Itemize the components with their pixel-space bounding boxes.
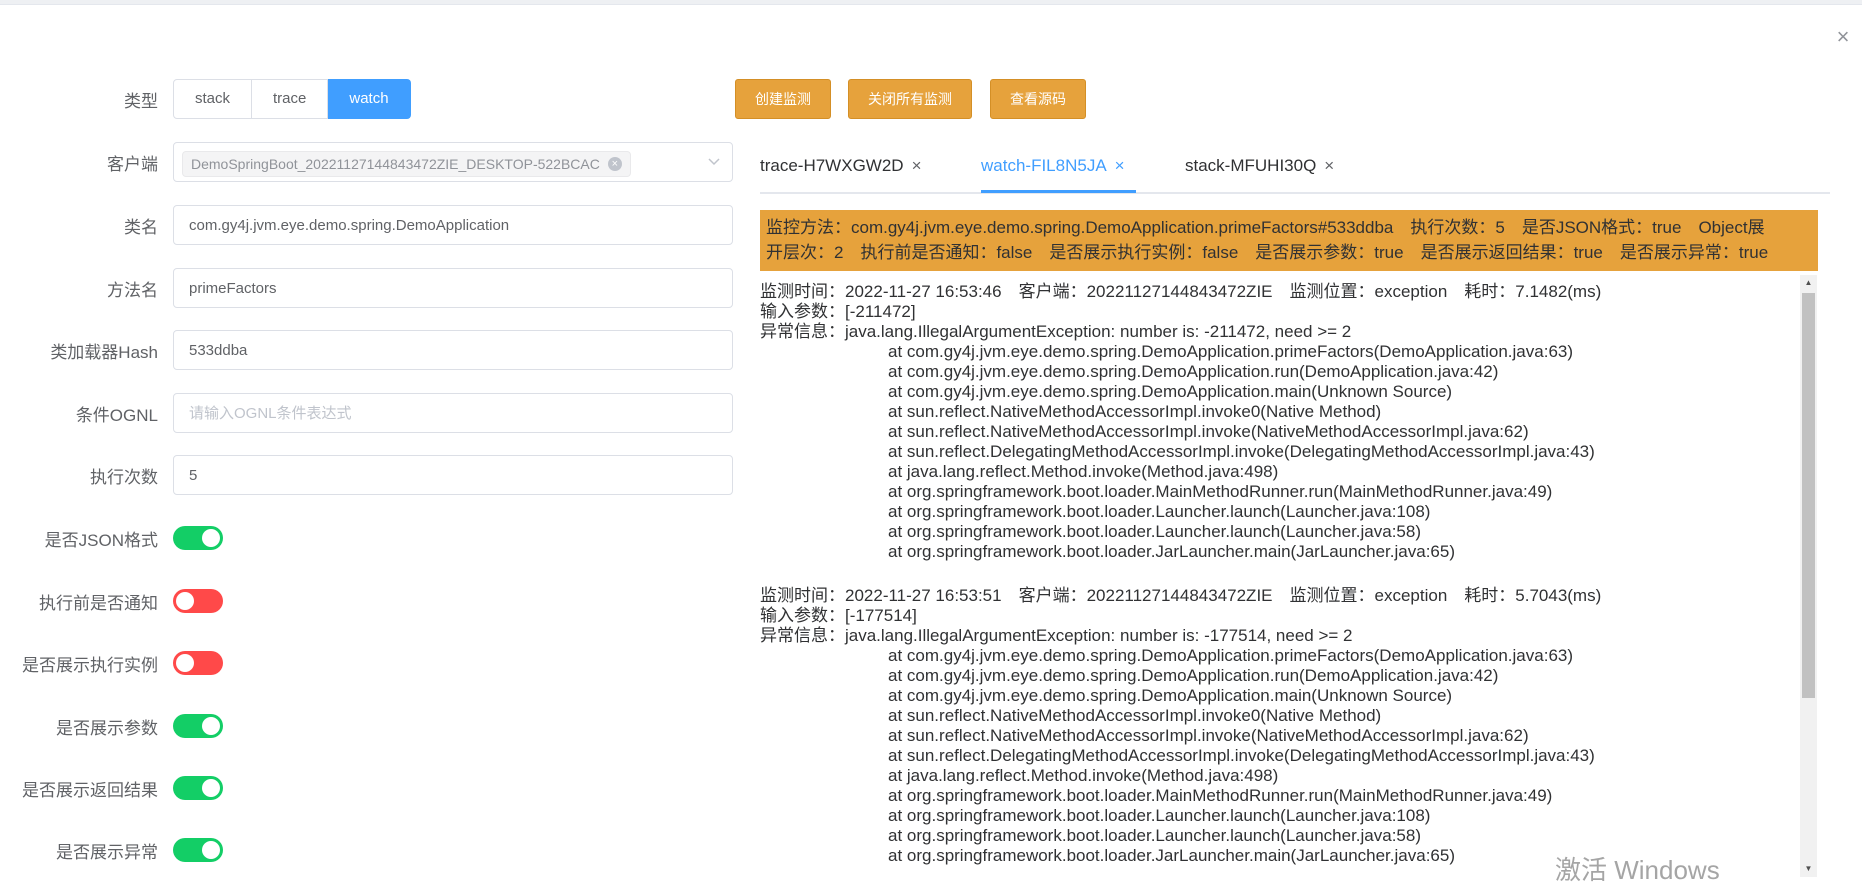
switch-label-notify-before: 执行前是否通知 bbox=[39, 593, 158, 613]
stack-trace-line: at sun.reflect.DelegatingMethodAccessorI… bbox=[888, 442, 1595, 461]
switch-label-show-result: 是否展示返回结果 bbox=[22, 780, 158, 800]
json-format-switch[interactable] bbox=[173, 526, 223, 550]
type-label: 类型 bbox=[124, 91, 158, 111]
client-tag: DemoSpringBoot_20221127144843472ZIE_DESK… bbox=[182, 151, 631, 177]
scroll-up-icon[interactable]: ▲ bbox=[1800, 275, 1817, 291]
tab-stack-label: stack-MFUHI30Q bbox=[1185, 156, 1317, 175]
tab-watch-label: watch-FIL8N5JA bbox=[981, 156, 1107, 175]
log-error: 异常信息：java.lang.IllegalArgumentException:… bbox=[760, 626, 1353, 645]
scroll-thumb[interactable] bbox=[1802, 293, 1815, 698]
client-tag-text: DemoSpringBoot_20221127144843472ZIE_DESK… bbox=[191, 156, 600, 172]
stack-trace-line: at org.springframework.boot.loader.Launc… bbox=[888, 806, 1431, 825]
class-name-label: 类名 bbox=[124, 217, 158, 237]
view-source-button[interactable]: 查看源码 bbox=[990, 79, 1086, 119]
switch-label-show-instance: 是否展示执行实例 bbox=[22, 655, 158, 675]
type-radio-group: stack trace watch bbox=[173, 79, 411, 119]
close-icon[interactable]: × bbox=[1834, 26, 1852, 48]
condition-input[interactable] bbox=[173, 393, 733, 433]
stack-trace-line: at com.gy4j.jvm.eye.demo.spring.DemoAppl… bbox=[888, 382, 1453, 401]
banner-line-2: 开层次：2 执行前是否通知：false 是否展示执行实例：false 是否展示参… bbox=[766, 243, 1769, 262]
switch-label-show-params: 是否展示参数 bbox=[56, 718, 158, 738]
stack-trace-line: at sun.reflect.DelegatingMethodAccessorI… bbox=[888, 746, 1595, 765]
classloader-hash-input[interactable] bbox=[173, 330, 733, 370]
method-name-label: 方法名 bbox=[107, 280, 158, 300]
tag-close-icon[interactable]: × bbox=[607, 157, 622, 171]
show-instance-switch[interactable] bbox=[173, 651, 223, 675]
client-select[interactable]: DemoSpringBoot_20221127144843472ZIE_DESK… bbox=[173, 142, 733, 182]
show-result-switch[interactable] bbox=[173, 776, 223, 800]
switch-row-show-result: 是否展示返回结果 bbox=[0, 768, 223, 808]
log-params: 输入参数：[-177514] bbox=[760, 606, 917, 625]
stack-trace-line: at com.gy4j.jvm.eye.demo.spring.DemoAppl… bbox=[888, 362, 1499, 381]
log-meta: 监测时间：2022-11-27 16:53:46 客户端：20221127144… bbox=[760, 282, 1602, 301]
stack-trace-line: at com.gy4j.jvm.eye.demo.spring.DemoAppl… bbox=[888, 342, 1574, 361]
condition-label: 条件OGNL bbox=[75, 405, 158, 425]
switch-row-show-exception: 是否展示异常 bbox=[0, 830, 223, 870]
chevron-down-icon[interactable] bbox=[708, 155, 720, 167]
monitor-info-banner: 监控方法：com.gy4j.jvm.eye.demo.spring.DemoAp… bbox=[760, 210, 1818, 271]
show-params-switch[interactable] bbox=[173, 714, 223, 738]
scroll-down-icon[interactable]: ▼ bbox=[1800, 861, 1817, 877]
tab-stack[interactable]: stack-MFUHI30Q × bbox=[1185, 156, 1334, 176]
method-name-input[interactable] bbox=[173, 268, 733, 308]
stack-trace-line: at java.lang.reflect.Method.invoke(Metho… bbox=[888, 462, 1279, 481]
tab-watch[interactable]: watch-FIL8N5JA × bbox=[981, 156, 1125, 176]
stack-trace-line: at org.springframework.boot.loader.Launc… bbox=[888, 826, 1422, 845]
banner-line-1: 监控方法：com.gy4j.jvm.eye.demo.spring.DemoAp… bbox=[766, 218, 1765, 237]
stack-trace-line: at java.lang.reflect.Method.invoke(Metho… bbox=[888, 766, 1279, 785]
log-entry: 监测时间：2022-11-27 16:53:51 客户端：20221127144… bbox=[760, 586, 1798, 866]
log-error: 异常信息：java.lang.IllegalArgumentException:… bbox=[760, 322, 1352, 341]
log-meta: 监测时间：2022-11-27 16:53:51 客户端：20221127144… bbox=[760, 586, 1602, 605]
notify-before-switch[interactable] bbox=[173, 589, 223, 613]
type-option-stack[interactable]: stack bbox=[173, 79, 253, 119]
log-params: 输入参数：[-211472] bbox=[760, 302, 916, 321]
dialog-top-border bbox=[0, 0, 1862, 5]
class-name-input[interactable] bbox=[173, 205, 733, 245]
tab-trace-label: trace-H7WXGW2D bbox=[760, 156, 904, 175]
switch-label-show-exception: 是否展示异常 bbox=[56, 842, 158, 862]
stack-trace-line: at com.gy4j.jvm.eye.demo.spring.DemoAppl… bbox=[888, 686, 1453, 705]
stack-trace-line: at sun.reflect.NativeMethodAccessorImpl.… bbox=[888, 706, 1382, 725]
stack-trace-line: at org.springframework.boot.loader.JarLa… bbox=[888, 542, 1455, 561]
classloader-hash-label: 类加载器Hash bbox=[50, 342, 158, 362]
tab-trace[interactable]: trace-H7WXGW2D × bbox=[760, 156, 922, 176]
log-scrollbar[interactable]: ▲ ▼ bbox=[1800, 275, 1817, 877]
windows-activation-watermark: 激活 Windows bbox=[1555, 855, 1720, 885]
client-row: 客户端 DemoSpringBoot_20221127144843472ZIE_… bbox=[0, 142, 733, 182]
switch-label-json: 是否JSON格式 bbox=[44, 530, 158, 550]
stack-trace-line: at com.gy4j.jvm.eye.demo.spring.DemoAppl… bbox=[888, 666, 1499, 685]
stack-trace-line: at org.springframework.boot.loader.MainM… bbox=[888, 482, 1553, 501]
switch-row-show-instance: 是否展示执行实例 bbox=[0, 643, 223, 683]
stack-trace-line: at org.springframework.boot.loader.Launc… bbox=[888, 502, 1431, 521]
stack-trace-line: at org.springframework.boot.loader.MainM… bbox=[888, 786, 1553, 805]
close-all-monitors-button[interactable]: 关闭所有监测 bbox=[848, 79, 972, 119]
exec-count-label: 执行次数 bbox=[90, 467, 158, 487]
switch-row-json: 是否JSON格式 bbox=[0, 518, 223, 558]
create-monitor-button[interactable]: 创建监测 bbox=[735, 79, 831, 119]
close-icon[interactable]: × bbox=[1324, 156, 1334, 175]
exec-count-input[interactable] bbox=[173, 455, 733, 495]
close-icon[interactable]: × bbox=[912, 156, 922, 175]
client-label: 客户端 bbox=[107, 154, 158, 174]
monitor-log: 监测时间：2022-11-27 16:53:46 客户端：20221127144… bbox=[760, 282, 1798, 877]
stack-trace-line: at org.springframework.boot.loader.Launc… bbox=[888, 522, 1422, 541]
switch-row-notify-before: 执行前是否通知 bbox=[0, 581, 223, 621]
log-entry: 监测时间：2022-11-27 16:53:46 客户端：20221127144… bbox=[760, 282, 1798, 562]
type-option-watch[interactable]: watch bbox=[328, 79, 411, 119]
monitor-tabs: trace-H7WXGW2D × watch-FIL8N5JA × stack-MF… bbox=[760, 150, 1830, 194]
close-icon[interactable]: × bbox=[1115, 156, 1125, 175]
stack-trace-line: at sun.reflect.NativeMethodAccessorImpl.… bbox=[888, 402, 1382, 421]
type-option-trace[interactable]: trace bbox=[252, 79, 329, 119]
stack-trace-line: at com.gy4j.jvm.eye.demo.spring.DemoAppl… bbox=[888, 646, 1574, 665]
switch-row-show-params: 是否展示参数 bbox=[0, 706, 223, 746]
stack-trace-line: at sun.reflect.NativeMethodAccessorImpl.… bbox=[888, 422, 1529, 441]
show-exception-switch[interactable] bbox=[173, 838, 223, 862]
active-tab-indicator bbox=[981, 190, 1136, 193]
stack-trace-line: at sun.reflect.NativeMethodAccessorImpl.… bbox=[888, 726, 1529, 745]
